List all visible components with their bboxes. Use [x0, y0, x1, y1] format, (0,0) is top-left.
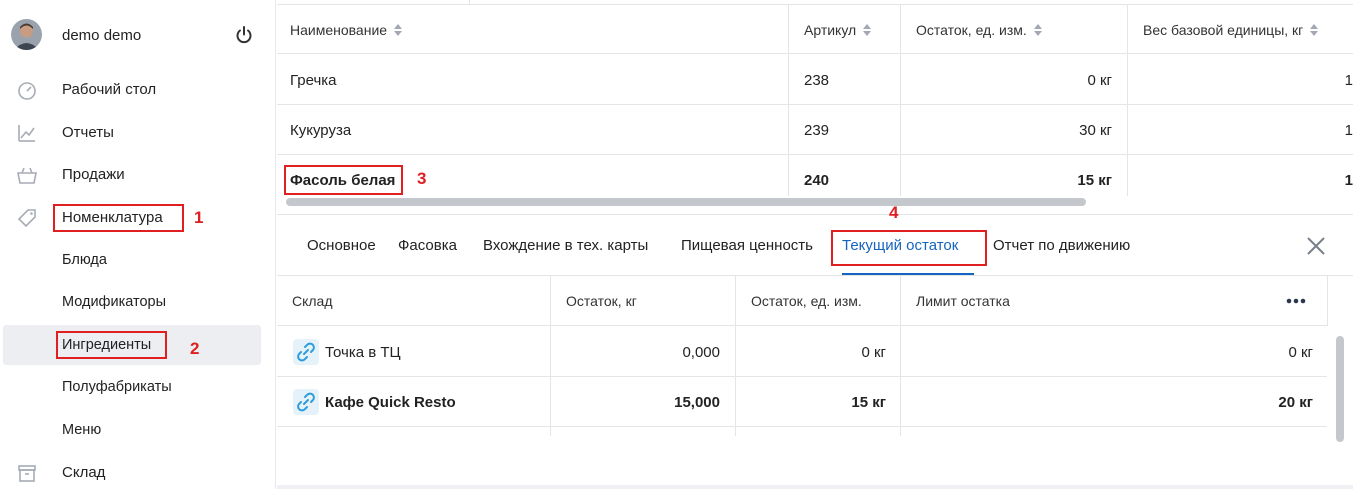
- subnav-label: Меню: [62, 422, 102, 438]
- products-table-header: Наименование Артикул Остаток, ед. изм. В…: [277, 4, 1353, 54]
- table-row[interactable]: Точка в ТЦ 0,000 0 кг 0 кг: [277, 327, 1327, 377]
- tab-tech-cards[interactable]: Вхождение в тех. карты: [483, 237, 648, 254]
- cell-article: 239: [804, 122, 830, 139]
- table-row[interactable]: Гречка 238 0 кг 1: [277, 55, 1353, 105]
- tab-nutrition[interactable]: Пищевая ценность: [681, 237, 813, 254]
- vertical-scrollbar-thumb[interactable]: [1336, 336, 1344, 442]
- column-header-weight[interactable]: Вес базовой единицы, кг: [1143, 5, 1319, 55]
- cell-stock-kg: 15,000: [674, 394, 720, 411]
- column-divider: [900, 276, 901, 436]
- cell-weight: 1: [1344, 122, 1353, 139]
- horizontal-scrollbar-thumb[interactable]: [286, 198, 1086, 206]
- column-header-stock-kg[interactable]: Остаток, кг: [566, 293, 637, 309]
- column-header-stock[interactable]: Остаток, ед. изм.: [916, 5, 1042, 55]
- cell-limit[interactable]: 20 кг: [1278, 394, 1313, 411]
- cell-stock-kg: 0,000: [682, 344, 720, 361]
- tab-movement-report[interactable]: Отчет по движению: [993, 237, 1130, 254]
- cell-stock: 0 кг: [1087, 72, 1112, 89]
- subnav-item-semi-finished[interactable]: Полуфабрикаты: [0, 367, 276, 407]
- cell-stock-units: 15 кг: [851, 394, 886, 411]
- cell-warehouse: Кафе Quick Resto: [325, 394, 456, 411]
- column-header-stock-units[interactable]: Остаток, ед. изм.: [751, 293, 862, 309]
- more-options-icon[interactable]: [1284, 291, 1310, 311]
- table-row[interactable]: Кафе Quick Resto 15,000 15 кг 20 кг: [277, 377, 1327, 427]
- nav-label: Рабочий стол: [62, 81, 157, 98]
- cell-weight: 1: [1344, 172, 1353, 189]
- close-icon[interactable]: [1306, 236, 1326, 256]
- annotation-marker-4: 4: [889, 203, 899, 222]
- products-table: Наименование Артикул Остаток, ед. изм. В…: [277, 0, 1353, 214]
- cell-stock: 30 кг: [1079, 122, 1112, 139]
- annotation-box-2: [56, 331, 167, 359]
- annotation-box-4: [831, 230, 987, 266]
- detail-tabs: Основное Фасовка Вхождение в тех. карты …: [277, 214, 1353, 276]
- annotation-marker-2: 2: [190, 339, 200, 358]
- annotation-marker-3: 3: [417, 169, 427, 188]
- nav-item-warehouse[interactable]: Склад: [0, 452, 276, 489]
- tab-main[interactable]: Основное: [307, 237, 376, 254]
- column-header-name[interactable]: Наименование: [290, 5, 403, 55]
- cell-stock-units: 0 кг: [861, 344, 886, 361]
- sidebar: demo demo Рабочий стол Отчеты Продажи Но…: [0, 0, 276, 489]
- sort-icon[interactable]: [863, 24, 872, 36]
- user-name: demo demo: [62, 27, 142, 44]
- link-icon[interactable]: [293, 389, 319, 415]
- nav-label: Склад: [62, 464, 106, 481]
- cell-weight: 1: [1344, 72, 1353, 89]
- table-row[interactable]: Кукуруза 239 30 кг 1: [277, 105, 1353, 155]
- subnav-label: Блюда: [62, 252, 107, 268]
- cell-stock: 15 кг: [1077, 172, 1112, 189]
- subnav-item-dishes[interactable]: Блюда: [0, 240, 276, 280]
- cell-warehouse: Точка в ТЦ: [325, 344, 401, 361]
- cell-article: 238: [804, 72, 830, 89]
- basket-icon: [16, 164, 38, 186]
- subnav-label: Полуфабрикаты: [62, 379, 172, 395]
- nav-item-desktop[interactable]: Рабочий стол: [0, 69, 276, 109]
- column-divider: [788, 4, 789, 196]
- cell-article: 240: [804, 172, 830, 189]
- stock-table: Склад Остаток, кг Остаток, ед. изм. Лими…: [277, 276, 1353, 489]
- nav-item-sales[interactable]: Продажи: [0, 154, 276, 194]
- nav-label: Отчеты: [62, 124, 114, 141]
- active-tab-indicator: [842, 273, 974, 275]
- sort-icon[interactable]: [394, 24, 403, 36]
- chart-icon: [16, 122, 38, 144]
- tag-icon: [16, 207, 38, 229]
- column-divider: [550, 276, 551, 436]
- annotation-box-3: [284, 165, 403, 195]
- subnav-label: Модификаторы: [62, 294, 167, 310]
- column-header-warehouse[interactable]: Склад: [292, 293, 333, 309]
- user-block: demo demo: [0, 0, 276, 70]
- cell-limit[interactable]: 0 кг: [1288, 344, 1313, 361]
- nav-item-reports[interactable]: Отчеты: [0, 112, 276, 152]
- link-icon[interactable]: [293, 339, 319, 365]
- nav-label: Продажи: [62, 166, 125, 183]
- tab-packaging[interactable]: Фасовка: [398, 237, 457, 254]
- annotation-marker-1: 1: [194, 208, 204, 227]
- cell-name: Гречка: [290, 72, 337, 89]
- column-header-article[interactable]: Артикул: [804, 5, 872, 55]
- stock-table-header: Склад Остаток, кг Остаток, ед. изм. Лими…: [277, 276, 1327, 326]
- power-icon[interactable]: [234, 25, 254, 45]
- avatar[interactable]: [11, 19, 42, 50]
- sort-icon[interactable]: [1033, 24, 1042, 36]
- warehouse-icon: [16, 462, 38, 484]
- annotation-box-1: [53, 204, 184, 232]
- bottom-border: [277, 485, 1353, 489]
- cell-name: Кукуруза: [290, 122, 352, 139]
- column-divider: [1127, 4, 1128, 196]
- subnav-item-modifiers[interactable]: Модификаторы: [0, 282, 276, 322]
- sort-icon[interactable]: [1310, 24, 1319, 36]
- column-divider: [900, 4, 901, 196]
- column-divider: [1327, 276, 1328, 326]
- column-header-limit[interactable]: Лимит остатка: [916, 293, 1010, 309]
- column-divider: [735, 276, 736, 436]
- subnav-item-menu[interactable]: Меню: [0, 410, 276, 450]
- dashboard-icon: [16, 79, 38, 101]
